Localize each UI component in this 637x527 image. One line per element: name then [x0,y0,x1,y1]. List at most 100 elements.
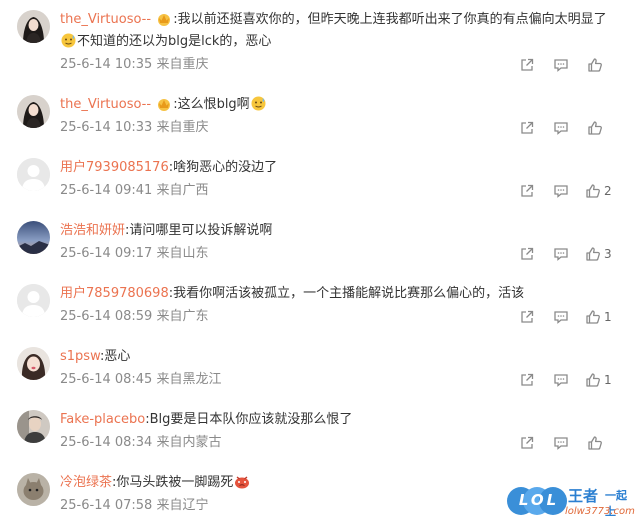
comment-button[interactable] [553,371,569,389]
comment-meta: 25-6-14 07:58 来自辽宁 [60,497,209,515]
location: 来自重庆 [156,120,209,135]
username-link[interactable]: 用户7859780698 [60,286,169,301]
thumbs-up-icon [588,436,602,450]
timestamp: 25-6-14 08:45 [60,372,153,387]
comment-meta: 25-6-14 09:17 来自山东 [60,245,209,263]
comment-actions: 1 [497,308,637,326]
default-avatar-icon [17,158,50,191]
avatar[interactable] [17,95,50,128]
like-button[interactable]: 1 [585,371,612,389]
username-link[interactable]: the_Virtuoso-- [60,97,151,112]
avatar[interactable] [17,410,50,443]
like-button[interactable]: 2 [585,182,612,200]
comment-text: the_Virtuoso-- :这么恨blg啊 [60,95,630,118]
username-link[interactable]: 用户7939085176 [60,160,169,175]
comment-actions [497,119,637,137]
comment-button[interactable] [553,308,569,326]
like-count: 1 [604,310,612,324]
crown-badge-icon [156,12,172,33]
comment-meta: 25-6-14 10:35 来自重庆 [60,56,209,74]
comment-actions [497,434,637,452]
comment-text: 用户7859780698:我看你啊活该被孤立，一个主播能解说比赛那么偏心的，活该 [60,286,525,301]
thumbs-up-icon [586,310,600,324]
share-icon [521,373,534,386]
angry-emoji-icon [234,474,250,496]
comment-actions [497,56,637,74]
location: 来自内蒙古 [156,435,222,450]
avatar[interactable] [17,221,50,254]
comment-actions: 1 [497,371,637,389]
username-link[interactable]: Fake-placebo [60,412,145,427]
share-button[interactable] [519,119,535,137]
location: 来自重庆 [156,57,209,72]
comment-button[interactable] [553,245,569,263]
comment-text: 用户7939085176:啥狗恶心的没边了 [60,160,278,175]
thumbs-up-icon [588,58,602,72]
share-icon [521,121,534,134]
like-button[interactable] [587,119,606,137]
username-link[interactable]: the_Virtuoso-- [60,12,151,27]
comment-button[interactable] [553,434,569,452]
timestamp: 25-6-14 09:17 [60,246,153,261]
comment-icon [554,437,568,450]
timestamp: 25-6-14 09:41 [60,183,153,198]
share-icon [521,436,534,449]
comment-item: 浩浩和妍妍:请问哪里可以投诉解说啊 25-6-14 09:17 来自山东 3 [0,221,637,266]
comment-meta: 25-6-14 08:59 来自广东 [60,308,209,326]
timestamp: 25-6-14 10:33 [60,120,153,135]
share-button[interactable] [519,56,535,74]
avatar[interactable] [17,284,50,317]
comment-button[interactable] [553,56,569,74]
username-link[interactable]: 冷泡绿茶 [60,475,112,490]
like-button[interactable]: 3 [585,245,612,263]
share-icon [521,184,534,197]
site-watermark: LOL 王者 一起上 lolw3773.com [505,478,637,523]
comment-icon [554,248,568,261]
like-button[interactable]: 1 [585,308,612,326]
like-button[interactable] [587,56,606,74]
share-button[interactable] [519,182,535,200]
comment-meta: 25-6-14 09:41 来自广西 [60,182,209,200]
share-button[interactable] [519,434,535,452]
sweat-emoji-icon [61,33,76,55]
comment-meta: 25-6-14 10:33 来自重庆 [60,119,209,137]
location: 来自广东 [156,309,209,324]
thumbs-up-icon [588,121,602,135]
avatar[interactable] [17,473,50,506]
timestamp: 25-6-14 10:35 [60,57,153,72]
like-button[interactable] [587,434,606,452]
thumbs-up-icon [586,184,600,198]
avatar[interactable] [17,10,50,43]
comment-meta: 25-6-14 08:34 来自内蒙古 [60,434,222,452]
thumbs-up-icon [586,373,600,387]
avatar[interactable] [17,347,50,380]
watermark-title: 王者 [568,487,599,505]
avatar[interactable] [17,158,50,191]
comment-icon [554,122,568,135]
comment-button[interactable] [553,182,569,200]
comment-icon [554,374,568,387]
comment-item: Fake-placebo:Blg要是日本队你应该就没那么恨了 25-6-14 0… [0,410,637,455]
username-link[interactable]: 浩浩和妍妍 [60,223,125,238]
comment-text: Fake-placebo:Blg要是日本队你应该就没那么恨了 [60,412,353,427]
location: 来自山东 [156,246,209,261]
timestamp: 25-6-14 08:59 [60,309,153,324]
sweat-emoji-icon [251,96,266,118]
crown-badge-icon [156,97,172,118]
comment-button[interactable] [553,119,569,137]
share-icon [521,310,534,323]
comment-icon [554,185,568,198]
comment-item: 用户7859780698:我看你啊活该被孤立，一个主播能解说比赛那么偏心的，活该… [0,284,637,329]
default-avatar-icon [17,284,50,317]
comment-item: s1psw:恶心 25-6-14 08:45 来自黑龙江 1 [0,347,637,392]
comment-text: the_Virtuoso-- :我以前还挺喜欢你的，但昨天晚上连我都听出来了你真… [60,10,630,33]
comment-item: the_Virtuoso-- :这么恨blg啊 25-6-14 10:33 来自… [0,95,637,140]
share-button[interactable] [519,371,535,389]
comment-text: 浩浩和妍妍:请问哪里可以投诉解说啊 [60,223,273,238]
share-icon [521,58,534,71]
share-button[interactable] [519,308,535,326]
username-link[interactable]: s1psw [60,349,100,364]
comment-text-continued: 不知道的还以为blg是lck的，恶心 [60,32,630,55]
share-button[interactable] [519,245,535,263]
watermark-logo: LOL [518,491,560,509]
